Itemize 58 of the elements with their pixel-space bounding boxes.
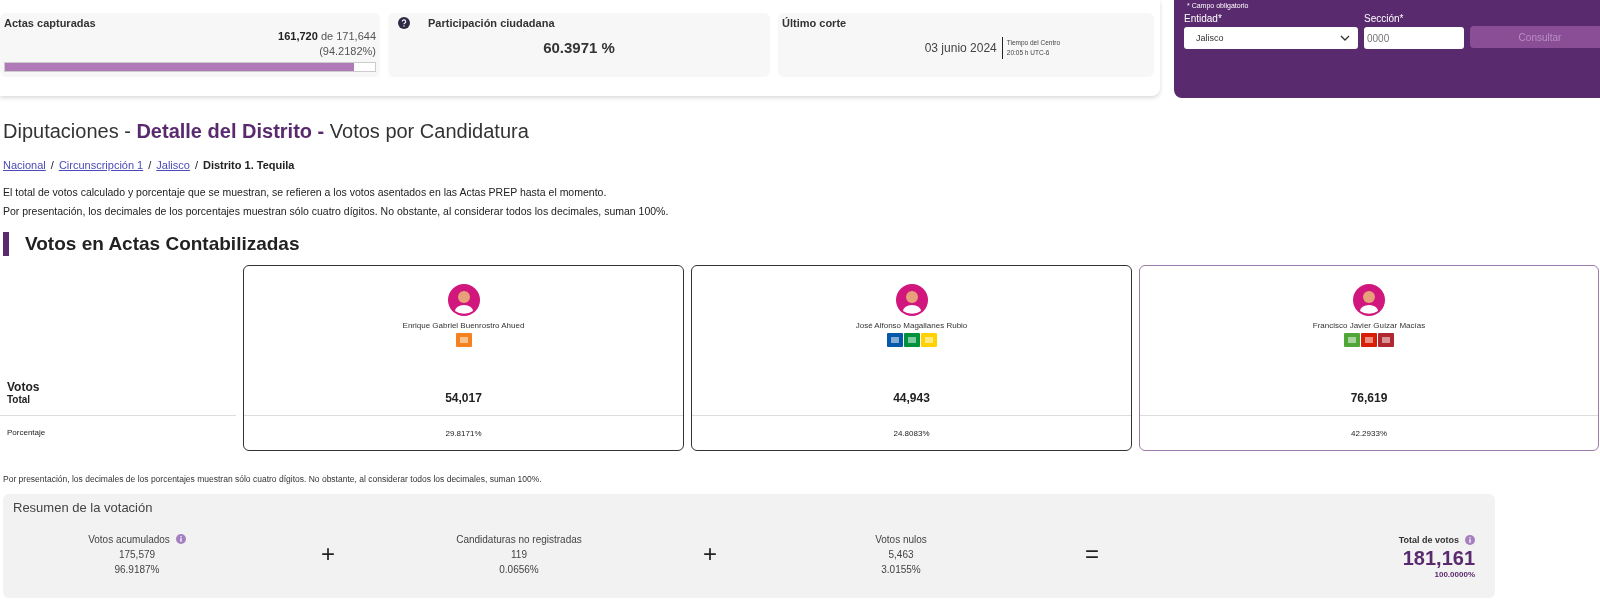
summary-label: Candidaturas no registradas: [456, 532, 582, 547]
vote-total: 44,943: [893, 391, 930, 405]
footnote: Por presentación, los decimales de los porcentajes muestran sólo cuatro dígitos. No obstante, al considerar todos los decimales, suman 100%.: [3, 474, 543, 484]
operator-sign: +: [320, 540, 336, 568]
summary-title: Resumen de la votación: [13, 500, 154, 515]
vote-percent: 29.8171%: [244, 415, 683, 450]
summary-value: 5,463: [887, 547, 915, 562]
actas-count: 161,720 de 171,644: [277, 29, 376, 44]
entidad-dropdown[interactable]: Jalisco: [1184, 27, 1358, 49]
vote-total: 54,017: [445, 391, 482, 405]
total-label: Total de votos: [1398, 535, 1459, 545]
vote-percent: 24.8083%: [692, 415, 1131, 450]
candidate-name: Francisco Javier Guízar Macías: [1312, 321, 1426, 330]
operator-sign: +: [702, 540, 718, 568]
cutoff-date: 03 junio 2024: [924, 37, 1003, 59]
breadcrumb-link[interactable]: Nacional: [3, 159, 46, 171]
participation-value: 60.3971 %: [542, 39, 616, 56]
info-icon[interactable]: [1465, 535, 1475, 545]
actas-percent: (94.2182%): [318, 44, 376, 59]
summary-label: Votos nulos: [875, 532, 927, 547]
breadcrumb-separator: /: [148, 159, 152, 171]
card-title: Participación ciudadana: [428, 17, 555, 29]
summary-percent: 96.9187%: [113, 562, 161, 577]
card-title: Actas capturadas: [4, 17, 97, 29]
card-title: Último corte: [782, 17, 848, 29]
summary-value: 119: [510, 547, 528, 562]
info-text: El total de votos calculado y porcentaje que se muestran, se refieren a los votos asentados en las Actas PREP hasta el momento.: [3, 185, 608, 200]
row-label: Total: [0, 394, 236, 416]
vote-percent: 42.2933%: [1140, 415, 1598, 450]
page-title: Diputaciones - Detalle del Distrito - Votos por Candidatura: [3, 120, 530, 143]
breadcrumb-separator: /: [194, 159, 198, 171]
breadcrumb-link[interactable]: Jalisco: [156, 159, 190, 171]
row-label: Porcentaje: [6, 427, 47, 439]
info-icon[interactable]: [175, 534, 186, 544]
field-label: Sección*: [1364, 13, 1405, 24]
summary-percent: 3.0155%: [880, 562, 922, 577]
breadcrumb-current: Distrito 1. Tequila: [203, 159, 295, 171]
chevron-icon: [1340, 35, 1350, 41]
row-label: Votos: [6, 380, 41, 394]
breadcrumb-link[interactable]: Circunscripción 1: [58, 159, 144, 171]
seccion-input[interactable]: 0000: [1364, 27, 1464, 49]
section-title: Votos en Actas Contabilizadas: [3, 232, 1600, 256]
avatar-icon: [447, 284, 480, 316]
field-label: Entidad*: [1184, 13, 1223, 24]
vote-total: 76,619: [1350, 391, 1388, 405]
summary-label: Votos acumulados: [88, 532, 170, 547]
avatar-icon: [1353, 284, 1385, 316]
total-percent: 100.0000%: [1433, 570, 1475, 579]
info-text: Por presentación, los decimales de los porcentajes muestran sólo cuatro dígitos. No obstante, al considerar todos los decimales, suman 100%.: [3, 204, 670, 219]
breadcrumb-separator: /: [50, 159, 54, 171]
summary-percent: 0.0656%: [498, 562, 540, 577]
help-icon[interactable]: [398, 17, 410, 29]
total-value: 181,161: [1401, 547, 1475, 570]
summary-value: 175,579: [117, 547, 157, 562]
avatar-icon: [895, 284, 928, 316]
operator-sign: =: [1084, 540, 1100, 568]
candidate-name: Enrique Gabriel Buenrostro Ahued: [402, 321, 525, 330]
candidate-name: José Alfonso Magallanes Rubio: [855, 321, 968, 330]
